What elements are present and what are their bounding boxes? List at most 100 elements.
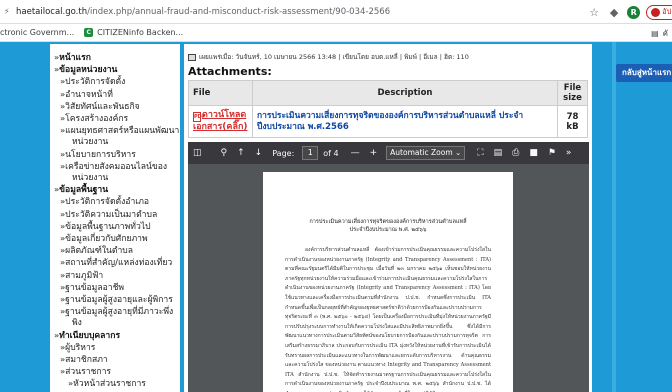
sidebar-item-label: ฐานข้อมูลผู้สูงอายุที่มีภาวะพึ่งพิง — [65, 307, 174, 329]
meta-text: เผยแพร่เมื่อ: วันจันทร์, 10 เมษายน 2566 … — [199, 53, 469, 61]
zoom-select[interactable]: Automatic Zoom ⌄ — [386, 146, 466, 160]
table-header-row: File Description File size — [188, 80, 588, 106]
file-description: การประเมินความเสี่ยงการทุจริตขององค์การบ… — [252, 105, 558, 138]
sidebar-item-label: ประวัติความเป็นมาตำบล — [65, 209, 158, 220]
sidebar-item[interactable]: »แผนยุทธศาสตร์หรือแผนพัฒนาหน่วยงาน — [54, 125, 180, 148]
zoom-in-icon[interactable]: + — [370, 148, 378, 158]
update-pill-button[interactable]: อัปเ — [646, 4, 672, 20]
sidebar-item[interactable]: »ข้อมูลพื้นฐานภาพทั่วไป — [54, 221, 180, 233]
url-text[interactable]: haetailocal.go.th/index.php/annual-fraud… — [16, 7, 390, 17]
sidebar-item-label: ประวัติการจัดตั้งอำเภอ — [65, 197, 150, 208]
url-path: /index.php/annual-fraud-and-misconduct-r… — [87, 6, 391, 17]
sidebar-item-label: โครงสร้างองค์กร — [65, 114, 129, 125]
sidebar-item-label: แผนยุทธศาสตร์หรือแผนพัฒนาหน่วยงาน — [65, 126, 180, 148]
zoom-out-icon[interactable]: — — [351, 148, 360, 158]
sidebar-item[interactable]: »เครือข่ายสังคมออนไลน์ของหน่วยงาน — [54, 161, 180, 184]
sidebar-toggle-icon[interactable]: ◫ — [193, 148, 202, 158]
sidebar-item-label: หน้าแรก — [59, 53, 91, 63]
print-icon[interactable]: ⎙ — [512, 148, 519, 158]
pdf-document-body: องค์การบริหารส่วนตำบลแหลี่ ต้องเข้าร่วมก… — [285, 247, 491, 392]
bookmark-citizeninfo[interactable]: C CITIZENinfo Backen... — [84, 28, 183, 37]
sidebar-item[interactable]: »โครงสร้างองค์กร — [54, 113, 180, 125]
sidebar-item[interactable]: »สถานที่สำคัญ/แหล่งท่องเที่ยว — [54, 257, 180, 269]
pdf-viewer[interactable]: ◫ ⚲ ↑ ↓ Page: 1 of 4 — + Automatic Zoom … — [188, 142, 589, 392]
article-meta: เผยแพร่เมื่อ: วันจันทร์, 10 เมษายน 2566 … — [188, 52, 469, 62]
sidebar-item[interactable]: »หัวหน้าส่วนราชการ — [54, 378, 180, 390]
all-bookmarks-label: คั — [662, 28, 668, 38]
profile-avatar[interactable]: R — [627, 5, 641, 19]
sidebar-item-label: สามภูมิฟ้า — [65, 270, 104, 281]
bookmark-electronic-government[interactable]: ctronic Governm... — [0, 28, 74, 37]
sidebar-item[interactable]: »ฐานข้อมูลผู้สูงอายุที่มีภาวะพึ่งพิง — [54, 306, 180, 329]
citizeninfo-favicon-icon: C — [84, 28, 94, 37]
save-icon[interactable]: ■ — [529, 148, 538, 158]
sidebar-item[interactable]: »สมาชิกสภา — [54, 354, 180, 366]
sidebar-item[interactable]: »นโยบายการบริหาร — [54, 149, 180, 161]
url-domain: haetailocal.go.th — [16, 6, 88, 17]
sidebar-item[interactable]: »สามภูมิฟ้า — [54, 270, 180, 282]
next-page-icon[interactable]: ↓ — [255, 148, 263, 158]
fullscreen-icon[interactable]: ⛶ — [477, 148, 483, 158]
sidebar-item-label: ฐานข้อมูลอาชีพ — [65, 282, 125, 293]
pdf-toolbar: ◫ ⚲ ↑ ↓ Page: 1 of 4 — + Automatic Zoom … — [188, 142, 589, 164]
all-bookmarks-button[interactable]: ▤ คั — [651, 24, 668, 42]
sidebar-item[interactable]: »ส่วนราชการ — [54, 366, 180, 378]
bookmarks-bar: ctronic Governm... C CITIZENinfo Backen.… — [0, 24, 672, 42]
attachments-heading: Attachments: — [188, 65, 272, 78]
open-file-icon[interactable]: ▤ — [494, 148, 503, 158]
download-link[interactable]: PDFดาวน์โหลดเอกสาร(คลิ๊ก) — [188, 105, 253, 138]
bookmark-label: ctronic Governm... — [0, 28, 75, 37]
right-divider — [612, 42, 616, 392]
update-dot-icon — [651, 7, 661, 17]
sidebar-item-label: หัวหน้าส่วนราชการ — [73, 379, 146, 390]
sidebar-item[interactable]: »ทำเนียบบุคลากร — [54, 330, 180, 342]
find-icon[interactable]: ⚲ — [221, 148, 228, 158]
pdf-document-subtitle: ประจำปีงบประมาณ พ.ศ. ๒๕๖๖ — [349, 227, 427, 233]
sidebar-item-label: ข้อมูลพื้นฐานภาพทั่วไป — [65, 221, 151, 232]
extensions-icon[interactable]: ◆ — [607, 6, 621, 19]
bookmark-star-icon[interactable]: ☆ — [587, 6, 601, 19]
sidebar-item[interactable]: »ข้อมูลเกี่ยวกับศักยภาพ — [54, 233, 180, 245]
header-description: Description — [252, 80, 558, 106]
sidebar-item[interactable]: »ฐานข้อมูลอาชีพ — [54, 282, 180, 294]
sidebar-item[interactable]: »ผู้บริหาร — [54, 342, 180, 354]
sidebar-item[interactable]: »วิสัยทัศน์และพันธกิจ — [54, 101, 180, 113]
sidebar-item-label: สถานที่สำคัญ/แหล่งท่องเที่ยว — [65, 258, 173, 269]
page-total: of 4 — [323, 148, 339, 158]
sidebar-item-label: สมาชิกสภา — [65, 355, 108, 366]
sidebar-item-label: ข้อมูลหน่วยงาน — [59, 65, 118, 76]
pdf-file-icon: PDF — [193, 112, 206, 122]
sidebar-item[interactable]: »ฐานข้อมูลผู้สูงอายุและผู้พิการ — [54, 294, 180, 306]
calendar-icon — [188, 53, 196, 61]
left-navigation: »หน้าแรก »ข้อมูลหน่วยงาน »ประวัติการจัดตั้… — [50, 44, 180, 392]
download-link-label: ดาวน์โหลดเอกสาร(คลิ๊ก) — [193, 110, 248, 132]
page-body: »หน้าแรก »ข้อมูลหน่วยงาน »ประวัติการจัดตั้… — [0, 42, 672, 392]
sidebar-item-label: ฐานข้อมูลผู้สูงอายุและผู้พิการ — [65, 295, 173, 306]
page-label: Page: — [272, 148, 295, 158]
file-size: 78 kB — [557, 105, 588, 138]
site-info-icon[interactable]: ⚡ — [4, 7, 12, 16]
sidebar-item[interactable]: »ข้อมูลหน่วยงาน — [54, 64, 180, 76]
bookmark-icon[interactable]: ⚑ — [548, 148, 556, 158]
sidebar-item-label: ข้อมูลเกี่ยวกับศักยภาพ — [65, 234, 148, 245]
sidebar-item-label: ส่วนราชการ — [65, 367, 112, 378]
page-number-input[interactable]: 1 — [302, 146, 319, 160]
sidebar-item[interactable]: »หน้าแรก — [54, 52, 180, 64]
previous-page-icon[interactable]: ↑ — [237, 148, 245, 158]
tools-menu-icon[interactable]: » — [566, 148, 572, 158]
folder-icon: ▤ — [651, 28, 659, 38]
bookmark-label: CITIZENinfo Backen... — [97, 28, 184, 37]
header-file: File — [188, 80, 253, 106]
address-bar[interactable]: ⚡ haetailocal.go.th/index.php/annual-fra… — [0, 0, 672, 24]
sidebar-item-label: ผู้บริหาร — [65, 342, 96, 353]
sidebar-item[interactable]: »อำนาจหน้าที่ — [54, 89, 180, 101]
back-to-home-button[interactable]: กลับสู่หน้าแรก — [616, 64, 672, 82]
sidebar-item[interactable]: »ประวัติการจัดตั้งอำเภอ — [54, 196, 180, 208]
sidebar-item[interactable]: »ผลิตภัณฑ์ในตำบล — [54, 245, 180, 257]
main-content: เผยแพร่เมื่อ: วันจันทร์, 10 เมษายน 2566 … — [184, 44, 592, 392]
sidebar-item[interactable]: »ประวัติการจัดตั้ง — [54, 76, 180, 88]
sidebar-item[interactable]: »ข้อมูลพื้นฐาน — [54, 184, 180, 196]
sidebar-item-label: นโยบายการบริหาร — [65, 149, 136, 160]
sidebar-item[interactable]: »ประวัติความเป็นมาตำบล — [54, 209, 180, 221]
sidebar-item-label: ทำเนียบบุคลากร — [59, 330, 121, 341]
